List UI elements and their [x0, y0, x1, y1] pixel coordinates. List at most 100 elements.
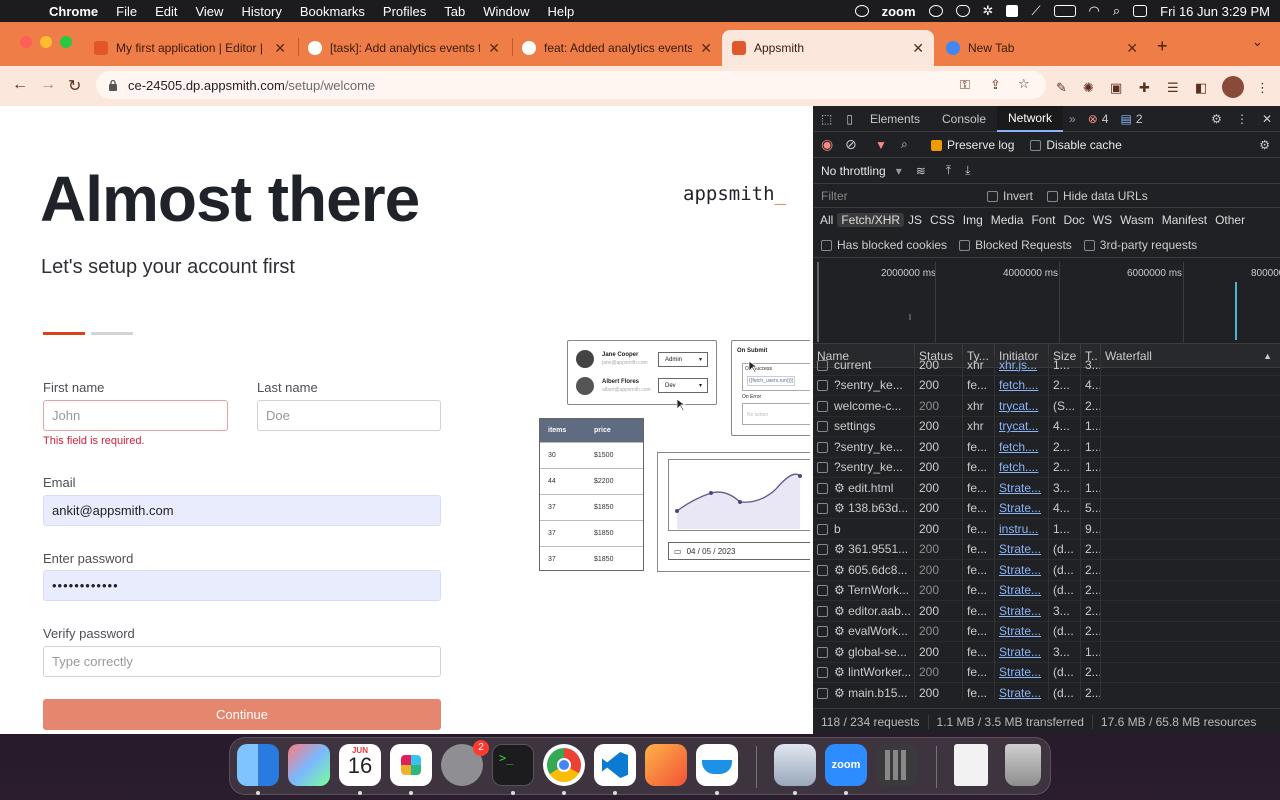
extension-image-icon[interactable]: ▣: [1110, 80, 1122, 96]
throttling-select[interactable]: No throttling ▾: [821, 164, 902, 178]
request-initiator[interactable]: trycat...: [995, 416, 1049, 437]
address-bar[interactable]: ce-24505.dp.appsmith.com/setup/welcome ⚿…: [96, 71, 1046, 99]
menu-help[interactable]: Help: [539, 4, 584, 19]
calendar-icon[interactable]: JUN 16: [339, 744, 381, 786]
request-initiator[interactable]: Strate...: [995, 662, 1049, 683]
table-row[interactable]: settings 200 xhr trycat... 4... 1...: [813, 416, 1280, 437]
zoom-icon[interactable]: zoom: [825, 744, 867, 786]
continue-button[interactable]: Continue: [43, 699, 441, 730]
table-row[interactable]: ⚙ editor.aab... 200 fe... Strate... 3... 2...: [813, 600, 1280, 622]
preserve-log-checkbox[interactable]: Preserve log: [931, 138, 1014, 152]
wifi-icon[interactable]: ◠: [1089, 3, 1100, 19]
search-icon[interactable]: ⌕: [901, 137, 931, 152]
gear-icon[interactable]: ✲: [983, 3, 994, 19]
request-initiator[interactable]: fetch....: [995, 457, 1049, 478]
filter-css[interactable]: CSS: [926, 213, 959, 227]
settings-gear-icon[interactable]: ⚙: [1203, 112, 1230, 126]
side-panel-icon[interactable]: ◧: [1195, 80, 1207, 96]
network-settings-icon[interactable]: ⚙: [1259, 138, 1280, 152]
battery-icon[interactable]: [1053, 5, 1076, 17]
close-icon[interactable]: ✕: [488, 40, 500, 57]
more-tabs-icon[interactable]: »: [1063, 112, 1082, 126]
filter-wasm[interactable]: Wasm: [1116, 213, 1158, 227]
filter-icon[interactable]: ▼: [875, 138, 901, 152]
new-tab-button[interactable]: +: [1157, 36, 1168, 57]
request-initiator[interactable]: Strate...: [995, 580, 1049, 601]
tab-elements[interactable]: Elements: [859, 106, 931, 132]
table-row[interactable]: ⚙ TernWork... 200 fe... Strate... (d... 2...: [813, 580, 1280, 601]
filter-doc[interactable]: Doc: [1059, 213, 1088, 227]
table-row[interactable]: ⚙ 138.b63d... 200 fe... Strate... 4... 5...: [813, 498, 1280, 519]
tab-new-tab[interactable]: New Tab ✕: [936, 30, 1148, 66]
slack-status-icon[interactable]: [1006, 5, 1019, 17]
tab-console[interactable]: Console: [931, 106, 997, 132]
extension-bug-icon[interactable]: ✺: [1083, 80, 1094, 96]
network-conditions-icon[interactable]: ≋: [916, 164, 926, 178]
request-initiator[interactable]: instru...: [995, 518, 1049, 539]
request-initiator[interactable]: Strate...: [995, 682, 1049, 700]
table-row[interactable]: current 200 xhr xhr.js... 1... 3...: [813, 355, 1280, 376]
request-initiator[interactable]: xhr.js...: [995, 355, 1049, 375]
preview-icon[interactable]: [774, 744, 816, 786]
minimize-window-button[interactable]: [40, 36, 52, 48]
hide-data-urls-checkbox[interactable]: Hide data URLs: [1047, 189, 1148, 203]
last-name-input[interactable]: Doe: [257, 400, 441, 431]
launchpad-icon[interactable]: [288, 744, 330, 786]
profile-avatar[interactable]: [1222, 76, 1244, 98]
close-icon[interactable]: ✕: [274, 40, 286, 57]
filter-all[interactable]: All: [816, 213, 837, 227]
table-row[interactable]: b 200 fe... instru... 1... 9...: [813, 518, 1280, 540]
filter-media[interactable]: Media: [987, 213, 1028, 227]
key-icon[interactable]: ⚿: [960, 77, 970, 93]
table-row[interactable]: ?sentry_ke... 200 fe... fetch.... 2... 4...: [813, 375, 1280, 396]
clock[interactable]: Fri 16 Jun 3:29 PM: [1160, 4, 1270, 19]
messages-badge[interactable]: ▤ 2: [1114, 112, 1148, 126]
blocked-requests-checkbox[interactable]: Blocked Requests: [959, 238, 1072, 252]
request-initiator[interactable]: fetch....: [995, 375, 1049, 396]
request-initiator[interactable]: Strate...: [995, 477, 1049, 498]
tab-search-chevron-icon[interactable]: ⌄: [1252, 34, 1263, 50]
finder-icon[interactable]: [237, 744, 279, 786]
bookmark-star-icon[interactable]: ☆: [1018, 76, 1030, 92]
grammarly-icon[interactable]: [928, 5, 943, 17]
back-arrow-icon[interactable]: ←: [12, 76, 28, 94]
record-icon[interactable]: ◉: [821, 136, 845, 153]
table-row[interactable]: ?sentry_ke... 200 fe... fetch.... 2... 1...: [813, 436, 1280, 458]
import-har-icon[interactable]: ⤒: [946, 163, 951, 178]
forward-arrow-icon[interactable]: →: [40, 76, 56, 94]
close-icon[interactable]: ✕: [1254, 112, 1280, 126]
zoom-window-button[interactable]: [60, 36, 72, 48]
table-row[interactable]: ⚙ edit.html 200 fe... Strate... 3... 1...: [813, 477, 1280, 499]
trash-icon[interactable]: [1005, 744, 1041, 786]
control-center-icon[interactable]: [1133, 5, 1148, 17]
vscode-icon[interactable]: [594, 744, 636, 786]
more-options-icon[interactable]: ⋮: [1230, 112, 1254, 126]
tab-github-task[interactable]: [task]: Add analytics events fo ✕: [298, 30, 510, 66]
more-menu-icon[interactable]: ⋮: [1256, 80, 1269, 96]
menu-view[interactable]: View: [186, 4, 232, 19]
network-overview-timeline[interactable]: 2000000 ms 4000000 ms 6000000 ms 800000: [813, 262, 1280, 344]
request-initiator[interactable]: Strate...: [995, 539, 1049, 560]
filter-manifest[interactable]: Manifest: [1158, 213, 1211, 227]
table-row[interactable]: ⚙ 605.6dc8... 200 fe... Strate... (d... 2...: [813, 559, 1280, 581]
email-field[interactable]: ankit@appsmith.com: [43, 495, 441, 526]
export-har-icon[interactable]: ⤓: [965, 163, 970, 178]
menu-file[interactable]: File: [107, 4, 146, 19]
close-icon[interactable]: ✕: [912, 40, 924, 57]
table-row[interactable]: ⚙ 361.9551... 200 fe... Strate... (d... 2...: [813, 539, 1280, 560]
reading-list-icon[interactable]: ☰: [1167, 80, 1179, 96]
blocked-cookies-checkbox[interactable]: Has blocked cookies: [821, 238, 947, 252]
filter-js[interactable]: JS: [904, 213, 926, 227]
first-name-input[interactable]: John: [43, 400, 228, 431]
request-initiator[interactable]: Strate...: [995, 559, 1049, 580]
tab-network[interactable]: Network: [997, 106, 1064, 132]
extensions-puzzle-icon[interactable]: ✚: [1139, 80, 1150, 96]
request-initiator[interactable]: Strate...: [995, 600, 1049, 621]
zoom-menubar-label[interactable]: zoom: [882, 4, 916, 19]
terminal-icon[interactable]: >_: [492, 744, 534, 786]
pen-icon[interactable]: ⟋: [1031, 3, 1040, 19]
menu-app-name[interactable]: Chrome: [40, 4, 107, 19]
search-icon[interactable]: ⌕: [1113, 3, 1120, 19]
swift-icon[interactable]: [645, 744, 687, 786]
verify-password-field[interactable]: Type correctly: [43, 646, 441, 677]
